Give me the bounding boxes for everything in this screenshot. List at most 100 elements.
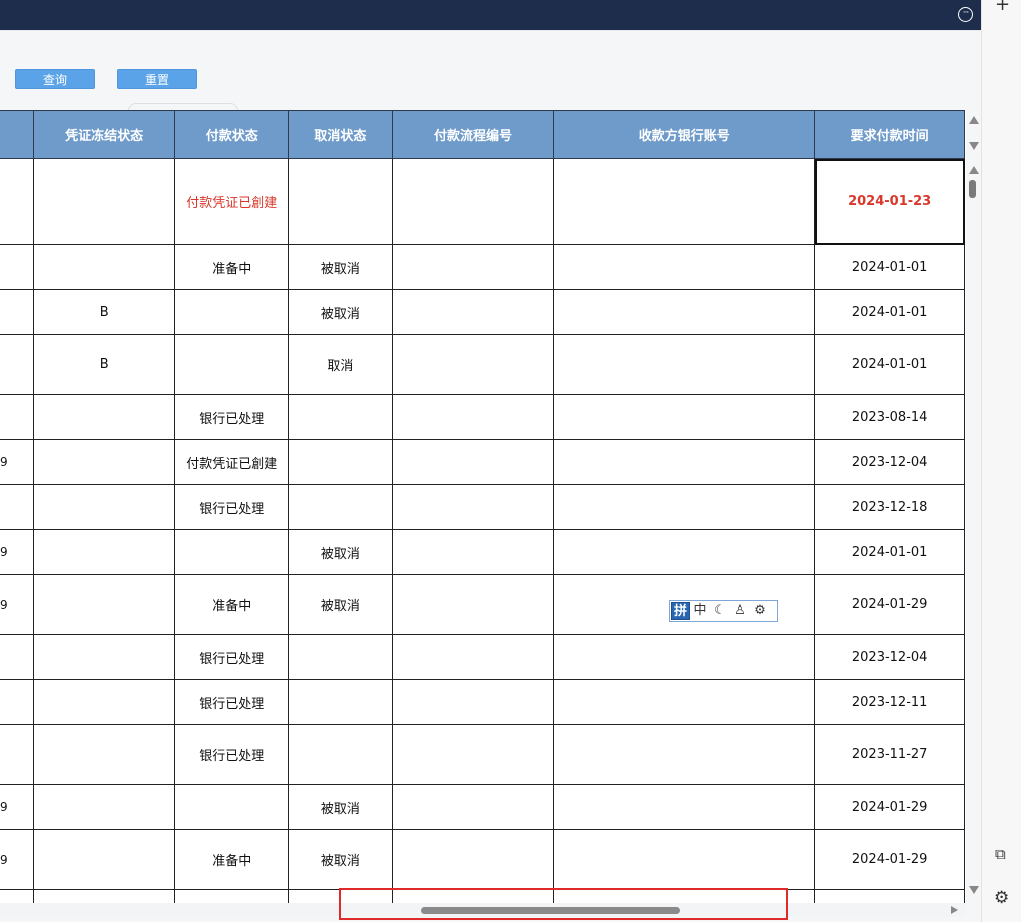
cell-payment-status[interactable] [174,784,290,830]
table-row[interactable]: B 被取消 2024-01-01 [0,289,965,335]
more-options-icon[interactable]: ··· [958,7,973,22]
cell-payment-status[interactable]: 付款凭证已創建 [174,158,290,245]
cell-fragment[interactable]: 9 [0,829,34,890]
vertical-scrollbar[interactable] [966,110,981,903]
cell-required-date[interactable]: 2023-12-11 [814,679,965,725]
column-header-required-date[interactable]: 要求付款时间 [814,110,965,159]
cell-cancel-status[interactable] [288,394,393,440]
cell-required-date[interactable]: 2023-11-27 [814,724,965,785]
scroll-down-arrow-icon[interactable] [969,142,979,150]
cell-payee-account[interactable] [553,889,816,903]
cell-required-date[interactable] [814,889,965,903]
cell-cancel-status[interactable] [288,484,393,530]
cell-payment-status[interactable]: 银行已处理 [174,394,290,440]
cell-payee-account[interactable] [553,439,816,485]
gear-icon[interactable]: ⚙ [750,602,770,620]
column-header-freeze-status[interactable]: 凭证冻结状态 [32,110,176,159]
cell-payee-account[interactable] [553,634,816,680]
cell-payment-status[interactable] [174,529,290,575]
cell-required-date[interactable]: 2023-12-04 [814,439,965,485]
cell-freeze-status[interactable] [32,394,176,440]
cell-cancel-status[interactable]: 取消 [288,334,393,395]
table-row[interactable]: 9 被取消 2024-01-01 [0,529,965,575]
plus-icon[interactable]: + [995,0,1010,15]
cell-freeze-status[interactable] [32,244,176,290]
cell-payee-account[interactable] [553,829,816,890]
cell-payment-status[interactable] [174,289,290,335]
cell-payment-status[interactable] [174,889,290,903]
pinyin-icon[interactable]: 拼 [671,602,690,620]
cell-cancel-status[interactable] [288,158,393,245]
column-header-cancel-status[interactable]: 取消状态 [288,110,393,159]
table-row[interactable]: 付款凭证已創建 2024-01-23 [0,158,965,245]
cell-fragment[interactable] [0,484,34,530]
cell-required-date[interactable]: 2023-12-04 [814,634,965,680]
query-button[interactable]: 查询 [15,69,95,89]
cell-flow-number[interactable] [391,158,555,245]
cell-payee-account[interactable] [553,724,816,785]
cell-freeze-status[interactable] [32,724,176,785]
cell-required-date[interactable]: 2024-01-29 [814,784,965,830]
scroll-up-arrow-icon[interactable] [969,166,979,174]
cell-cancel-status[interactable]: 被取消 [288,244,393,290]
cell-freeze-status[interactable] [32,529,176,575]
cell-required-date[interactable]: 2024-01-01 [814,289,965,335]
cell-required-date[interactable]: 2024-01-29 [814,829,965,890]
cell-cancel-status[interactable] [288,724,393,785]
table-row[interactable]: 准备中 被取消 2024-01-01 [0,244,965,290]
cell-payee-account[interactable] [553,158,816,245]
cell-payment-status[interactable]: 准备中 [174,829,290,890]
table-row[interactable]: 银行已处理 2023-08-14 [0,394,965,440]
cell-flow-number[interactable] [391,889,555,903]
cell-fragment[interactable] [0,634,34,680]
cell-payment-status[interactable]: 银行已处理 [174,724,290,785]
cell-fragment[interactable] [0,679,34,725]
horizontal-scroll-thumb[interactable] [421,907,680,914]
cell-flow-number[interactable] [391,334,555,395]
cell-payment-status[interactable]: 准备中 [174,244,290,290]
cell-fragment[interactable] [0,289,34,335]
table-row[interactable]: B 取消 2024-01-01 [0,334,965,395]
cell-flow-number[interactable] [391,784,555,830]
cell-required-date[interactable]: 2024-01-23 [814,158,965,245]
cell-flow-number[interactable] [391,679,555,725]
cell-payment-status[interactable]: 准备中 [174,574,290,635]
cell-cancel-status[interactable]: 被取消 [288,829,393,890]
chinese-mode-icon[interactable]: 中 [690,602,710,620]
cell-flow-number[interactable] [391,394,555,440]
cell-fragment[interactable]: 9 [0,574,34,635]
cell-freeze-status[interactable] [32,439,176,485]
cell-required-date[interactable]: 2024-01-29 [814,574,965,635]
cell-fragment[interactable] [0,334,34,395]
cell-cancel-status[interactable]: 被取消 [288,289,393,335]
cell-payee-account[interactable] [553,484,816,530]
ime-toolbar[interactable]: 拼 中 ☾ ♙ ⚙ [669,600,778,622]
cell-flow-number[interactable] [391,529,555,575]
moon-icon[interactable]: ☾ [710,602,730,620]
cell-required-date[interactable]: 2024-01-01 [814,244,965,290]
cell-flow-number[interactable] [391,484,555,530]
table-row[interactable]: 9 准备中 被取消 2024-01-29 [0,829,965,890]
cell-payee-account[interactable] [553,289,816,335]
cell-flow-number[interactable] [391,724,555,785]
cell-required-date[interactable]: 2024-01-01 [814,334,965,395]
cell-required-date[interactable]: 2023-08-14 [814,394,965,440]
screenshot-icon[interactable]: ⧉ [995,845,1006,863]
cell-freeze-status[interactable] [32,574,176,635]
cell-cancel-status[interactable] [288,889,393,903]
cell-freeze-status[interactable] [32,784,176,830]
table-row[interactable]: 银行已处理 2023-12-04 [0,634,965,680]
cell-freeze-status[interactable] [32,484,176,530]
table-row[interactable]: 银行已处理 2023-12-11 [0,679,965,725]
cell-payee-account[interactable] [553,394,816,440]
cell-freeze-status[interactable] [32,829,176,890]
column-header-payment-status[interactable]: 付款状态 [174,110,290,159]
cell-payment-status[interactable]: 银行已处理 [174,679,290,725]
table-row[interactable]: 9 被取消 2024-01-29 [0,784,965,830]
table-row[interactable]: 9 准备中 被取消 2024-01-29 [0,574,965,635]
cell-freeze-status[interactable] [32,889,176,903]
cell-fragment[interactable] [0,244,34,290]
cell-fragment[interactable] [0,889,34,903]
cell-flow-number[interactable] [391,634,555,680]
cell-fragment[interactable] [0,394,34,440]
